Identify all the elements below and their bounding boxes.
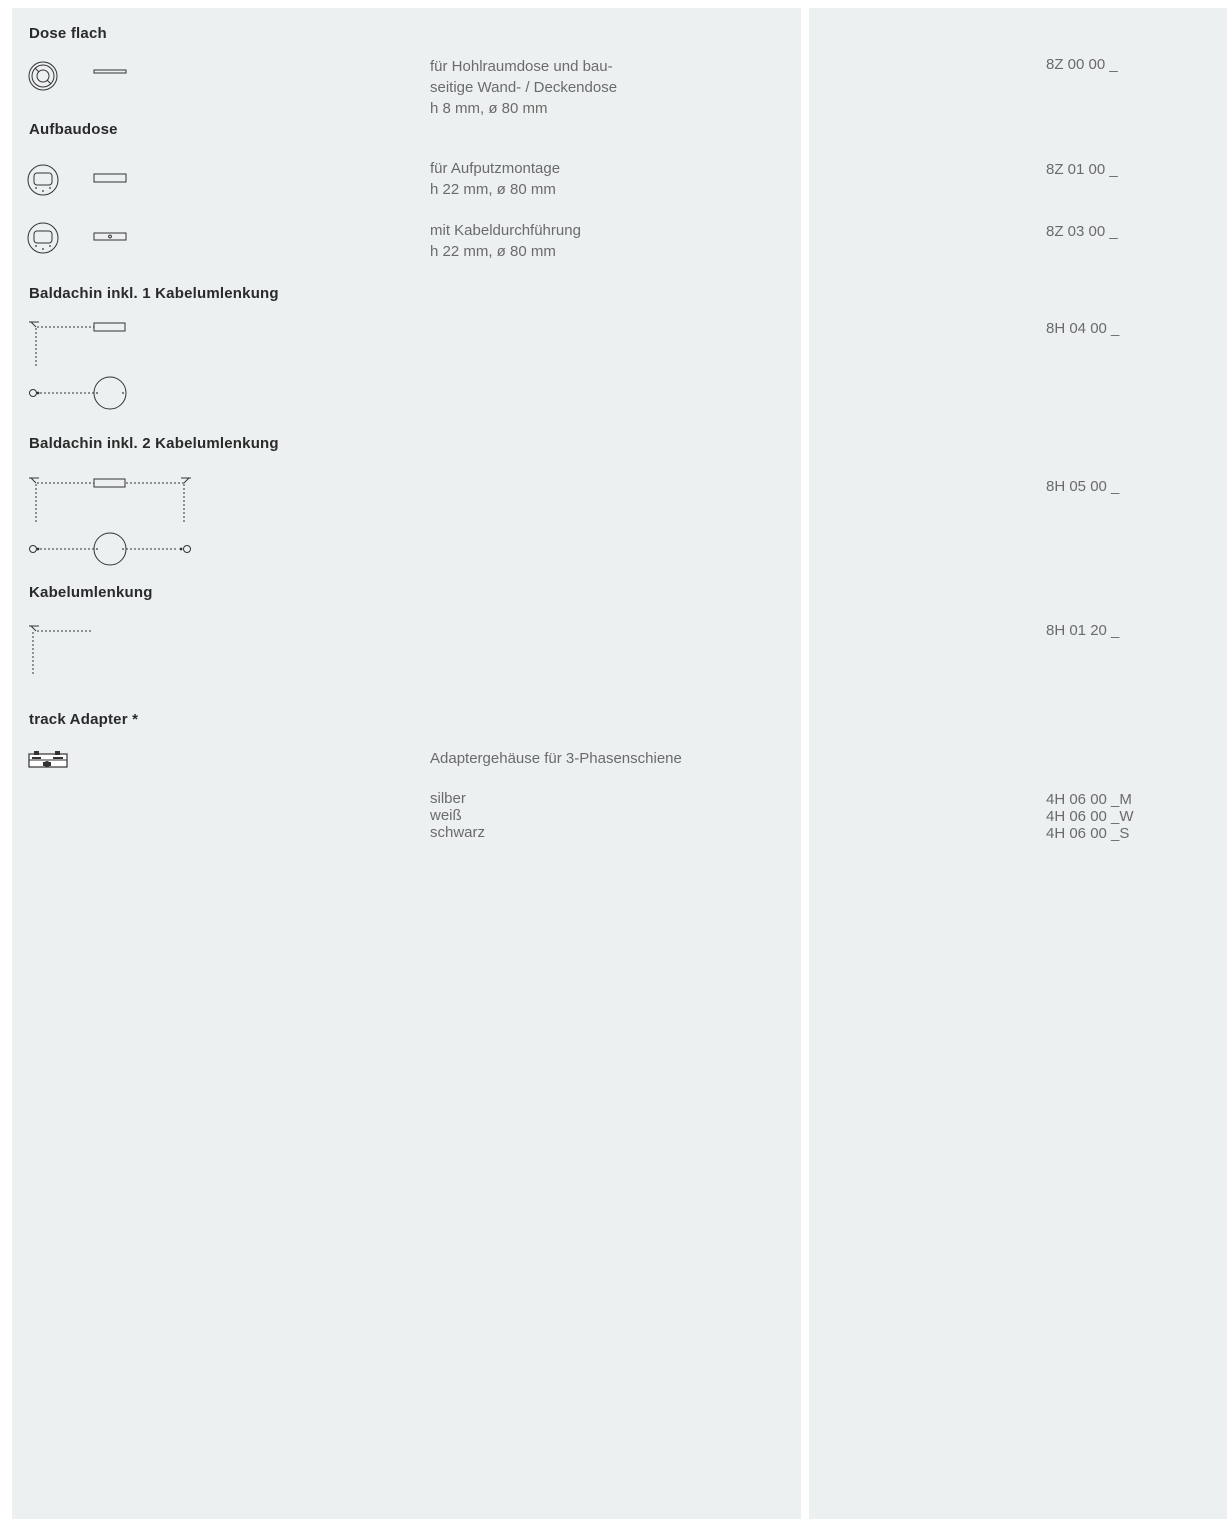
order-code-4h0600w: 4H 06 00 _W bbox=[1046, 808, 1134, 825]
desc-line: für Aufputzmontage bbox=[430, 160, 561, 177]
canopy-1-cable-diversion-drawing-icon bbox=[29, 321, 127, 410]
order-code-4h0600s: 4H 06 00 _S bbox=[1046, 825, 1130, 842]
section-heading-kabelumlenkung: Kabelumlenkung bbox=[29, 584, 153, 601]
flat-box-drawing-icon bbox=[28, 61, 127, 91]
desc-line: mit Kabeldurchführung bbox=[430, 222, 581, 239]
desc-line: für Hohlraumdose und bau- bbox=[430, 58, 613, 75]
desc-aufbaudose-1: für Aufputzmontage h 22 mm, ø 80 mm bbox=[430, 158, 560, 200]
cable-diversion-drawing-icon bbox=[29, 625, 92, 674]
order-code-8h0500: 8H 05 00 _ bbox=[1046, 478, 1120, 495]
colour-variant-white: weiß bbox=[430, 807, 462, 824]
section-heading-dose-flach: Dose flach bbox=[29, 25, 107, 42]
desc-line: h 8 mm, ø 80 mm bbox=[430, 100, 548, 117]
colour-variant-black: schwarz bbox=[430, 824, 486, 841]
canopy-2-cable-diversion-drawing-icon bbox=[29, 477, 191, 566]
desc-aufbaudose-2: mit Kabeldurchführung h 22 mm, ø 80 mm bbox=[430, 220, 581, 262]
desc-dose-flach: für Hohlraumdose und bau- seitige Wand- … bbox=[430, 56, 617, 119]
desc-line: seitige Wand- / Deckendose bbox=[430, 79, 618, 96]
colour-variants-list: silber weiß schwarz bbox=[430, 790, 485, 841]
order-code-4h0600m: 4H 06 00 _M bbox=[1046, 791, 1132, 808]
order-code-8z0300: 8Z 03 00 _ bbox=[1046, 223, 1118, 240]
surface-box-cable-entry-drawing-icon bbox=[27, 222, 127, 254]
track-adapter-housing-icon bbox=[28, 751, 68, 768]
section-heading-aufbaudose: Aufbaudose bbox=[29, 121, 118, 138]
track-adapter-order-codes: 4H 06 00 _M 4H 06 00 _W 4H 06 00 _S bbox=[1046, 791, 1134, 842]
section-heading-baldachin-2: Baldachin inkl. 2 Kabelumlenkung bbox=[29, 435, 279, 452]
surface-box-drawing-icon bbox=[27, 164, 127, 196]
colour-variant-silver: silber bbox=[430, 790, 466, 807]
order-number-panel-right bbox=[809, 8, 1227, 1519]
order-code-8h0120: 8H 01 20 _ bbox=[1046, 622, 1120, 639]
desc-line: h 22 mm, ø 80 mm bbox=[430, 243, 556, 260]
desc-line: h 22 mm, ø 80 mm bbox=[430, 181, 556, 198]
order-code-8z0100: 8Z 01 00 _ bbox=[1046, 161, 1118, 178]
section-heading-track-adapter: track Adapter * bbox=[29, 711, 139, 728]
order-code-8z0000: 8Z 00 00 _ bbox=[1046, 56, 1118, 73]
order-code-8h0400: 8H 04 00 _ bbox=[1046, 320, 1120, 337]
desc-track-adapter-housing: Adaptergehäuse für 3-Phasenschiene bbox=[430, 750, 682, 767]
section-heading-baldachin-1: Baldachin inkl. 1 Kabelumlenkung bbox=[29, 285, 279, 302]
